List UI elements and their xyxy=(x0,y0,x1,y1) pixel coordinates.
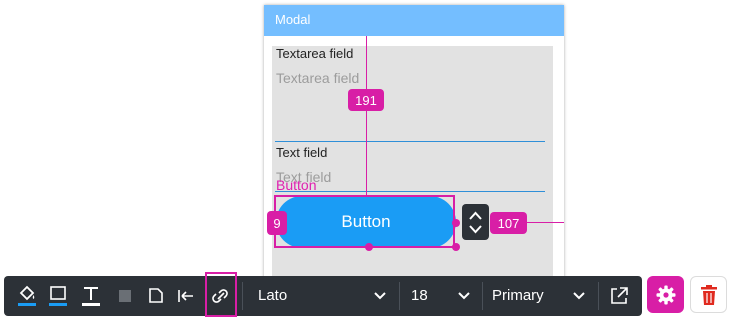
left-distance-badge: 9 xyxy=(267,211,287,235)
text-color-icon[interactable] xyxy=(80,284,102,308)
selected-element-caption: Button xyxy=(276,177,317,193)
font-size-dropdown[interactable]: 18 xyxy=(400,276,480,316)
textarea-underline xyxy=(275,141,545,142)
corner-icon[interactable] xyxy=(145,284,167,308)
chevron-down-icon xyxy=(374,292,386,300)
trash-icon xyxy=(700,284,717,305)
textfield-label: Text field xyxy=(276,145,328,160)
external-link-icon[interactable] xyxy=(608,284,630,308)
gear-icon xyxy=(656,285,675,304)
border-color-icon[interactable] xyxy=(47,284,69,308)
toolbar-separator xyxy=(242,282,243,310)
align-left-icon[interactable] xyxy=(175,284,197,308)
chevron-down-icon xyxy=(573,292,585,300)
right-distance-badge: 107 xyxy=(490,212,527,234)
toolbar-separator xyxy=(598,282,599,310)
chevron-down-icon xyxy=(458,292,470,300)
font-size-value: 18 xyxy=(411,287,428,304)
style-value: Primary xyxy=(492,287,544,304)
modal-title: Modal xyxy=(275,12,311,27)
textarea-label: Textarea field xyxy=(276,46,354,61)
position-stepper[interactable] xyxy=(462,204,489,240)
link-button-focus-outline xyxy=(205,272,237,317)
textarea-field[interactable]: Textarea field xyxy=(276,70,359,86)
font-family-dropdown[interactable]: Lato xyxy=(247,276,395,316)
resize-handle-right[interactable] xyxy=(452,219,460,227)
right-distance-guide xyxy=(527,222,564,223)
modal-header: Modal xyxy=(264,5,564,36)
top-distance-badge: 191 xyxy=(348,89,384,111)
font-family-value: Lato xyxy=(258,287,288,304)
top-distance-guide xyxy=(366,36,367,196)
settings-button[interactable] xyxy=(647,276,684,313)
style-dropdown[interactable]: Primary xyxy=(483,276,595,316)
shadow-icon[interactable] xyxy=(114,284,136,308)
resize-handle-bottom-right[interactable] xyxy=(452,243,460,251)
fill-color-icon[interactable] xyxy=(16,284,38,308)
selection-outline xyxy=(274,195,455,248)
chevron-up-down-icon xyxy=(469,211,482,234)
format-toolbar: Lato 18 Primary xyxy=(4,276,642,316)
delete-button[interactable] xyxy=(690,276,727,313)
resize-handle-bottom[interactable] xyxy=(365,243,373,251)
